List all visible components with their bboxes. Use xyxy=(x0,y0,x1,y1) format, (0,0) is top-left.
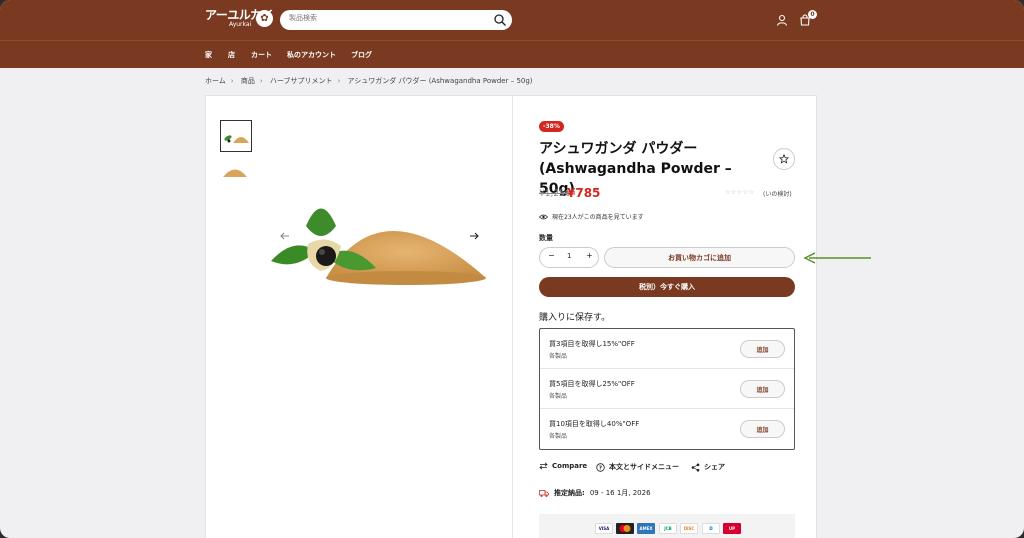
star-icon xyxy=(779,154,789,164)
compare-arrows-icon xyxy=(539,462,548,470)
account-icon[interactable] xyxy=(776,14,788,26)
eye-icon xyxy=(539,214,548,219)
search-bar[interactable] xyxy=(280,10,512,30)
mastercard-icon xyxy=(616,523,634,534)
quantity-value[interactable]: 1 xyxy=(567,252,571,260)
search-input[interactable] xyxy=(289,14,489,22)
wishlist-button[interactable] xyxy=(773,148,795,170)
bundle-offer-subtitle: 各製品 xyxy=(549,393,568,400)
main-nav: 家 店 カート 私のアカウント ブログ xyxy=(0,40,1024,68)
bundle-offer: 買5項目を取得し25%"OFF 各製品 追加 xyxy=(540,369,794,409)
product-title-line-1: アシュワガンダ パウダー xyxy=(539,141,698,157)
live-viewers-text: 現在23人がこの商品を見ています xyxy=(552,214,644,221)
quantity-increase-button[interactable]: + xyxy=(586,251,593,260)
logo-emblem-icon: ✿ xyxy=(256,10,273,27)
bundle-add-button[interactable]: 追加 xyxy=(740,340,785,358)
compare-link[interactable]: Compare xyxy=(539,462,587,470)
nav-item-account[interactable]: 私のアカウント xyxy=(287,50,336,60)
delivery-dates: 09 - 16 1月, 2026 xyxy=(589,489,651,497)
bundle-add-button[interactable]: 追加 xyxy=(740,420,785,438)
sidebar-link[interactable]: ? 本文とサイドメニュー xyxy=(596,462,679,472)
product-main-image xyxy=(271,208,486,285)
breadcrumb-category[interactable]: ハーブサプリメント xyxy=(270,77,333,85)
original-price: ¥1,256 xyxy=(539,189,571,199)
share-link[interactable]: シェア xyxy=(691,462,725,472)
nav-item-home[interactable]: 家 xyxy=(205,50,212,60)
bundle-add-button[interactable]: 追加 xyxy=(740,380,785,398)
quantity-label: 数量 xyxy=(539,234,553,242)
browser-frame: アーユルカイ Ayurkai ✿ 0 家 店 カート 私のアカウント ブログ xyxy=(0,0,1024,538)
question-circle-icon: ? xyxy=(596,462,605,472)
nav-item-shop[interactable]: 店 xyxy=(228,50,235,60)
discover-icon: DISC xyxy=(680,523,698,534)
buy-now-button[interactable]: 税別）今すぐ購入 xyxy=(539,277,795,297)
next-image-arrow-icon[interactable] xyxy=(468,230,480,242)
bundle-offer-subtitle: 各製品 xyxy=(549,433,568,440)
thumbnail-1[interactable] xyxy=(220,120,252,152)
thumbnail-2[interactable] xyxy=(220,156,252,188)
bundle-section-title: 購入りに保存す。 xyxy=(539,313,611,323)
powder-leaves-thumbnail-image xyxy=(224,135,249,143)
bundle-offer-title: 買5項目を取得し25%"OFF xyxy=(549,380,635,388)
rating-stars: ☆☆☆☆☆ xyxy=(725,189,755,196)
prev-image-arrow-icon[interactable] xyxy=(279,230,291,242)
breadcrumb-separator: › xyxy=(259,77,263,85)
bundle-offer-title: 買10項目を取得し40%"OFF xyxy=(549,420,640,428)
jcb-icon: JCB xyxy=(659,523,677,534)
cart-count-badge: 0 xyxy=(808,10,817,19)
unionpay-icon: UP xyxy=(723,523,741,534)
svg-text:?: ? xyxy=(599,465,602,471)
sidebar-label: 本文とサイドメニュー xyxy=(609,463,679,471)
quantity-stepper[interactable]: − 1 + xyxy=(539,247,599,268)
powder-thumbnail-image xyxy=(223,169,247,177)
amex-icon: AMEX xyxy=(637,523,655,534)
breadcrumb: ホーム › 商品 › ハーブサプリメント › アシュワガンダ パウダー (Ashwag… xyxy=(205,76,538,86)
bundle-offer-title: 買3項目を取得し15%"OFF xyxy=(549,340,635,348)
share-label: シェア xyxy=(704,463,725,471)
compare-label: Compare xyxy=(552,462,588,470)
bundle-offer: 買3項目を取得し15%"OFF 各製品 追加 xyxy=(540,329,794,369)
breadcrumb-separator: › xyxy=(337,77,341,85)
share-icon xyxy=(691,463,700,471)
estimated-delivery: 推定納品: 09 - 16 1月, 2026 xyxy=(539,488,651,498)
delivery-label: 推定納品: xyxy=(554,489,585,497)
product-card: -38% アシュワガンダ パウダー (Ashwagandha Powder – … xyxy=(205,95,817,538)
search-icon[interactable] xyxy=(493,13,507,27)
bundle-offer-subtitle: 各製品 xyxy=(549,353,568,360)
bundle-offer: 買10項目を取得し40%"OFF 各製品 追加 xyxy=(540,409,794,449)
nav-item-blog[interactable]: ブログ xyxy=(351,50,372,60)
diners-icon: D xyxy=(702,523,720,534)
site-header: アーユルカイ Ayurkai ✿ 0 xyxy=(0,0,1024,40)
sale-price: ¥785 xyxy=(567,186,601,200)
live-viewers: 現在23人がこの商品を見ています xyxy=(539,212,644,221)
breadcrumb-current: アシュワガンダ パウダー (Ashwagandha Powder – 50g) xyxy=(347,77,533,85)
annotation-arrow-icon xyxy=(803,252,871,264)
visa-icon: VISA xyxy=(595,523,613,534)
nav-item-cart[interactable]: カート xyxy=(251,50,272,60)
mastercard-circles xyxy=(619,525,631,532)
breadcrumb-products[interactable]: 商品 xyxy=(241,77,255,85)
delivery-truck-icon xyxy=(539,489,549,497)
add-to-cart-button[interactable]: お買い物カゴに追加 xyxy=(604,247,795,268)
payment-methods: VISA AMEX JCB DISC D UP xyxy=(539,514,795,538)
breadcrumb-separator: › xyxy=(230,77,234,85)
column-divider xyxy=(512,96,513,538)
discount-badge: -38% xyxy=(539,121,564,132)
quantity-decrease-button[interactable]: − xyxy=(548,251,555,260)
review-count[interactable]: (いの検討) xyxy=(763,189,792,198)
bundle-offers: 買3項目を取得し15%"OFF 各製品 追加 買5項目を取得し25%"OFF 各… xyxy=(539,328,795,450)
breadcrumb-home[interactable]: ホーム xyxy=(205,77,226,85)
